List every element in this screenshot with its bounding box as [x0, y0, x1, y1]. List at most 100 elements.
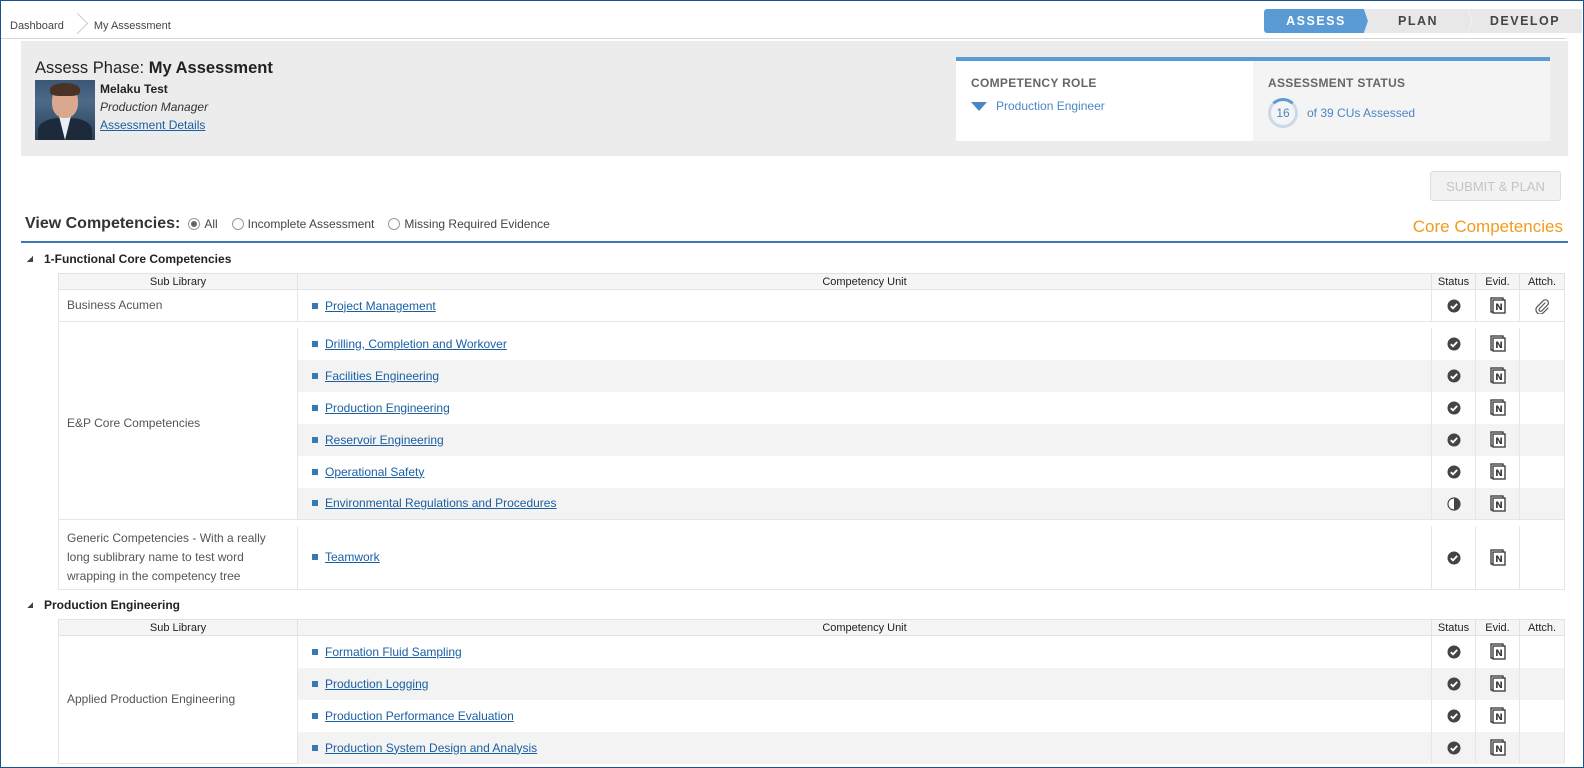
competency-role-value: Production Engineer [996, 99, 1105, 113]
unit-cell: Facilities Engineering [297, 359, 1432, 392]
evidence-icon[interactable]: N [1489, 367, 1506, 384]
status-complete-icon[interactable] [1447, 368, 1461, 383]
assessment-details-link[interactable]: Assessment Details [100, 118, 205, 132]
table-row: Business Acumen Project Management N [58, 289, 1565, 322]
progress-ring: 16 [1268, 98, 1298, 128]
unit-link[interactable]: Formation Fluid Sampling [325, 645, 462, 659]
evidence-icon[interactable]: N [1489, 675, 1506, 692]
user-title: Production Manager [100, 100, 209, 114]
svg-text:N: N [1495, 649, 1503, 659]
col-status: Status [1431, 619, 1476, 636]
status-complete-icon[interactable] [1447, 550, 1461, 565]
status-complete-icon[interactable] [1447, 740, 1461, 755]
bullet-icon [312, 340, 318, 347]
filter-missing-evidence-label: Missing Required Evidence [404, 217, 550, 231]
breadcrumb: Dashboard My Assessment [10, 15, 171, 37]
evidence-icon[interactable]: N [1489, 399, 1506, 416]
svg-text:N: N [1495, 373, 1503, 383]
unit-link[interactable]: Environmental Regulations and Procedures [325, 496, 556, 510]
evidence-cell: N [1475, 289, 1520, 322]
sub-library-cell: Applied Production Engineering [58, 635, 298, 764]
unit-link[interactable]: Production Logging [325, 677, 428, 691]
group-header[interactable]: Production Engineering [21, 597, 1568, 613]
assessment-status-value: 16 of 39 CUs Assessed [1268, 98, 1415, 128]
status-complete-icon[interactable] [1447, 336, 1461, 351]
bullet-icon [312, 680, 318, 687]
view-filter: View Competencies: All Incomplete Assess… [25, 215, 564, 233]
filter-all[interactable]: All [188, 217, 218, 231]
submit-plan-button[interactable]: SUBMIT & PLAN [1430, 171, 1561, 201]
col-sub-library: Sub Library [58, 273, 298, 290]
bullet-icon [312, 500, 318, 507]
evidence-icon[interactable]: N [1489, 549, 1506, 566]
unit-link[interactable]: Production Performance Evaluation [325, 709, 514, 723]
status-complete-icon[interactable] [1447, 644, 1461, 659]
table-row: Applied Production Engineering Formation… [58, 635, 1565, 764]
phase-plan[interactable]: PLAN [1364, 9, 1472, 33]
radio-button[interactable] [188, 218, 201, 230]
page-title: Assess Phase: My Assessment [35, 59, 273, 78]
paperclip-icon[interactable] [1534, 298, 1550, 314]
status-complete-icon[interactable] [1447, 298, 1461, 313]
filter-incomplete[interactable]: Incomplete Assessment [231, 217, 375, 231]
unit-link[interactable]: Production Engineering [325, 401, 450, 415]
assessment-status-label: ASSESSMENT STATUS [1268, 76, 1406, 90]
evidence-icon[interactable]: N [1489, 431, 1506, 448]
filter-missing-evidence[interactable]: Missing Required Evidence [388, 217, 550, 231]
breadcrumb-dashboard[interactable]: Dashboard [10, 20, 64, 32]
group-title: Production Engineering [44, 598, 181, 612]
bullet-icon [312, 468, 318, 475]
col-competency-unit: Competency Unit [297, 619, 1432, 636]
collapse-caret-icon[interactable] [27, 256, 33, 262]
evidence-icon[interactable]: N [1489, 707, 1506, 724]
unit-cell: Reservoir Engineering [297, 423, 1432, 456]
competency-role-label: COMPETENCY ROLE [971, 76, 1097, 90]
top-bar: Dashboard My Assessment ASSESS PLAN DEVE… [1, 1, 1582, 39]
evidence-icon[interactable]: N [1489, 463, 1506, 480]
filter-incomplete-label: Incomplete Assessment [247, 217, 375, 231]
collapse-caret-icon[interactable] [27, 602, 33, 608]
unit-link[interactable]: Operational Safety [325, 465, 424, 479]
radio-button[interactable] [388, 218, 401, 230]
attachment-cell [1519, 289, 1565, 322]
evidence-icon[interactable]: N [1489, 643, 1506, 660]
bullet-icon [312, 372, 318, 379]
unit-cell: Production System Design and Analysis [297, 731, 1432, 764]
group-header[interactable]: 1-Functional Core Competencies [21, 251, 1568, 267]
evidence-icon[interactable]: N [1489, 495, 1506, 512]
status-complete-icon[interactable] [1447, 400, 1461, 415]
table-row: E&P Core Competencies Drilling, Completi… [58, 327, 1565, 520]
bullet-icon [312, 302, 318, 309]
status-complete-icon[interactable] [1447, 432, 1461, 447]
filter-all-label: All [204, 217, 218, 231]
competency-role-dropdown[interactable]: Production Engineer [971, 99, 1105, 113]
evidence-icon[interactable]: N [1489, 739, 1506, 756]
unit-link[interactable]: Production System Design and Analysis [325, 741, 537, 755]
unit-link[interactable]: Project Management [325, 299, 436, 313]
evidence-icon[interactable]: N [1489, 335, 1506, 352]
radio-button[interactable] [231, 218, 244, 230]
divider [21, 241, 1568, 243]
unit-cell: Production Logging [297, 667, 1432, 700]
status-partial-icon[interactable] [1446, 496, 1461, 511]
phase-develop[interactable]: DEVELOP [1468, 9, 1582, 33]
group-title: 1-Functional Core Competencies [44, 252, 232, 266]
svg-text:N: N [1495, 745, 1503, 755]
col-competency-unit: Competency Unit [297, 273, 1432, 290]
status-complete-icon[interactable] [1447, 464, 1461, 479]
col-attachments: Attch. [1519, 619, 1565, 636]
unit-cell: Drilling, Completion and Workover [297, 327, 1432, 360]
unit-link[interactable]: Facilities Engineering [325, 369, 439, 383]
evidence-icon[interactable]: N [1489, 297, 1506, 314]
unit-link[interactable]: Reservoir Engineering [325, 433, 444, 447]
competency-table: Sub Library Competency Unit Status Evid.… [58, 619, 1565, 764]
bullet-icon [312, 712, 318, 719]
unit-link[interactable]: Teamwork [325, 550, 380, 564]
svg-text:N: N [1495, 341, 1503, 351]
role-status-box: COMPETENCY ROLE Production Engineer ASSE… [956, 57, 1550, 141]
phase-assess[interactable]: ASSESS [1264, 9, 1368, 33]
unit-link[interactable]: Drilling, Completion and Workover [325, 337, 507, 351]
svg-text:N: N [1495, 437, 1503, 447]
status-complete-icon[interactable] [1447, 708, 1461, 723]
status-complete-icon[interactable] [1447, 676, 1461, 691]
